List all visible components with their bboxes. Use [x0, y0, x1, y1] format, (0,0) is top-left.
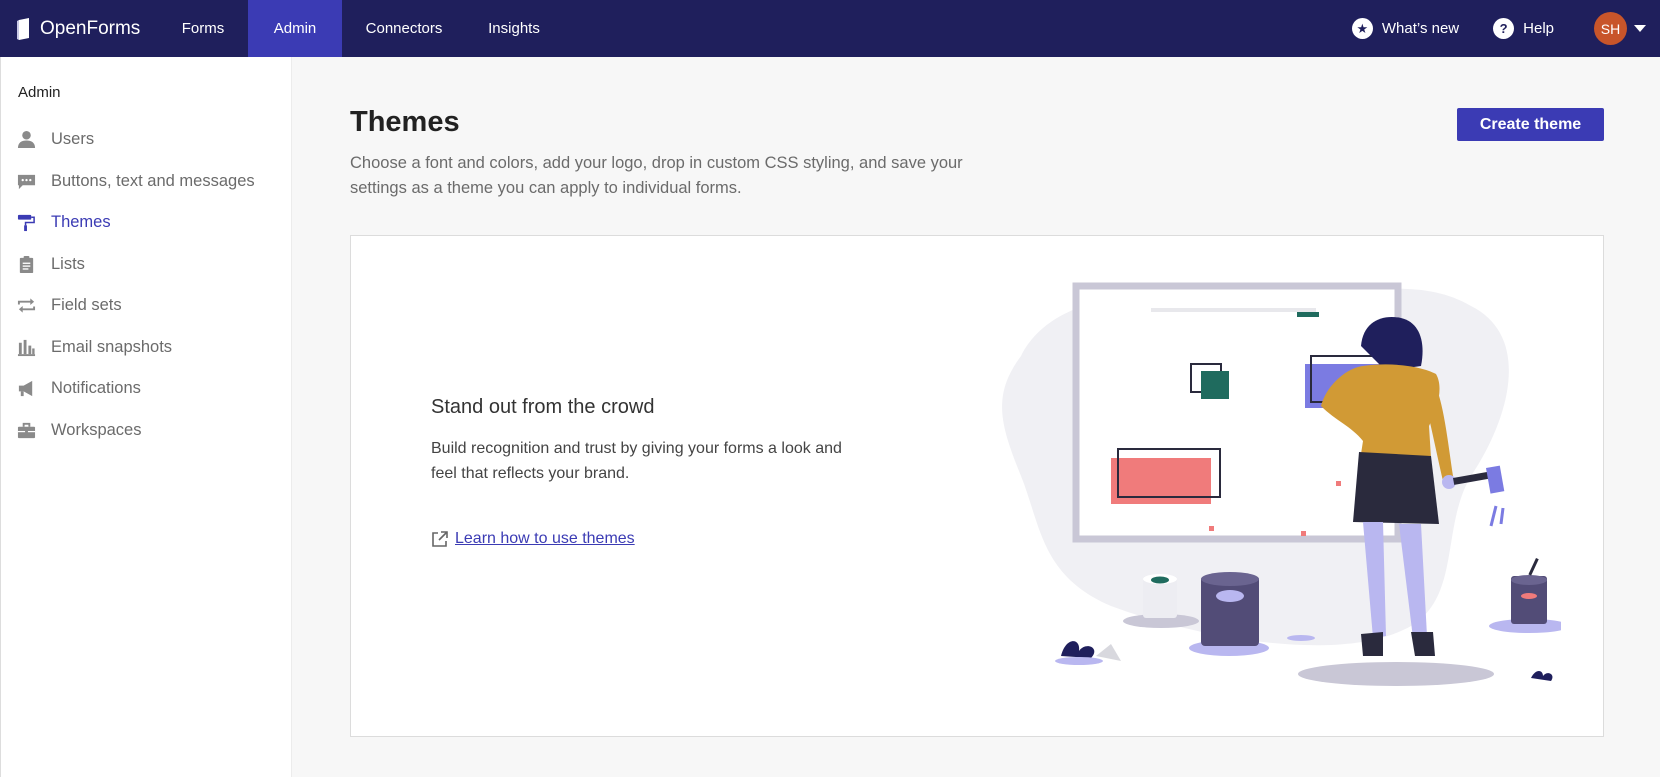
help-button[interactable]: ? Help	[1493, 18, 1554, 39]
sidebar-item-buttons-text-messages[interactable]: Buttons, text and messages	[1, 161, 291, 203]
painter-illustration	[1002, 282, 1561, 686]
help-label: Help	[1523, 20, 1554, 37]
sidebar-item-field-sets[interactable]: Field sets	[1, 285, 291, 327]
sidebar-item-themes[interactable]: Themes	[1, 202, 291, 244]
page-title: Themes	[350, 106, 460, 138]
sidebar-item-workspaces[interactable]: Workspaces	[1, 410, 291, 452]
learn-link-label: Learn how to use themes	[455, 530, 635, 547]
sidebar: Admin Users Buttons, text and messages T…	[0, 57, 292, 777]
sidebar-item-label: Lists	[51, 254, 85, 273]
whats-new-button[interactable]: ★ What’s new	[1351, 18, 1460, 39]
sidebar-item-label: Email snapshots	[51, 337, 173, 356]
sidebar-item-label: Notifications	[51, 379, 141, 398]
card-title: Stand out from the crowd	[431, 396, 655, 418]
empty-state-card: Stand out from the crowd Build recogniti…	[350, 235, 1604, 737]
briefcase-icon	[17, 422, 36, 438]
nav-admin[interactable]: Admin	[248, 0, 342, 57]
openforms-logo-icon	[17, 17, 29, 40]
star-icon: ★	[1351, 18, 1373, 39]
sidebar-title: Admin	[18, 84, 61, 101]
chevron-down-icon	[1634, 25, 1646, 32]
page-description: Choose a font and colors, add your logo,…	[350, 154, 963, 197]
sidebar-item-users[interactable]: Users	[1, 119, 291, 161]
question-icon: ?	[1493, 18, 1515, 39]
sidebar-list: Users Buttons, text and messages Themes	[1, 119, 291, 451]
sidebar-item-label: Buttons, text and messages	[51, 171, 255, 190]
nav-insights[interactable]: Insights	[466, 0, 562, 57]
sidebar-item-label: Workspaces	[51, 420, 142, 439]
user-icon	[17, 131, 36, 149]
sidebar-item-label: Field sets	[51, 296, 122, 315]
sidebar-item-lists[interactable]: Lists	[1, 244, 291, 286]
sidebar-item-email-snapshots[interactable]: Email snapshots	[1, 327, 291, 369]
avatar: SH	[1594, 12, 1627, 45]
whats-new-label: What’s new	[1381, 20, 1460, 37]
sidebar-item-notifications[interactable]: Notifications	[1, 368, 291, 410]
repeat-icon	[17, 298, 36, 313]
paint-roller-icon	[17, 215, 35, 232]
nav-connectors[interactable]: Connectors	[342, 0, 466, 57]
external-link-icon	[432, 531, 448, 547]
sidebar-item-label: Themes	[51, 213, 111, 232]
nav-forms[interactable]: Forms	[158, 0, 248, 57]
brand[interactable]: OpenForms	[0, 0, 158, 57]
top-nav-bar: OpenForms Forms Admin Connectors Insight…	[0, 0, 1660, 57]
bar-chart-icon	[17, 339, 36, 356]
megaphone-icon	[18, 381, 33, 397]
brand-name: OpenForms	[40, 17, 141, 39]
clipboard-icon	[19, 255, 34, 273]
sidebar-item-label: Users	[51, 130, 95, 149]
create-theme-button[interactable]: Create theme	[1457, 108, 1604, 141]
message-icon	[17, 174, 36, 189]
nav-right-group: ★ What’s new ? Help SH	[1351, 0, 1660, 57]
card-text: Build recognition and trust by giving yo…	[431, 440, 842, 482]
learn-themes-link[interactable]: Learn how to use themes	[431, 530, 635, 548]
user-menu[interactable]: SH	[1594, 12, 1646, 45]
